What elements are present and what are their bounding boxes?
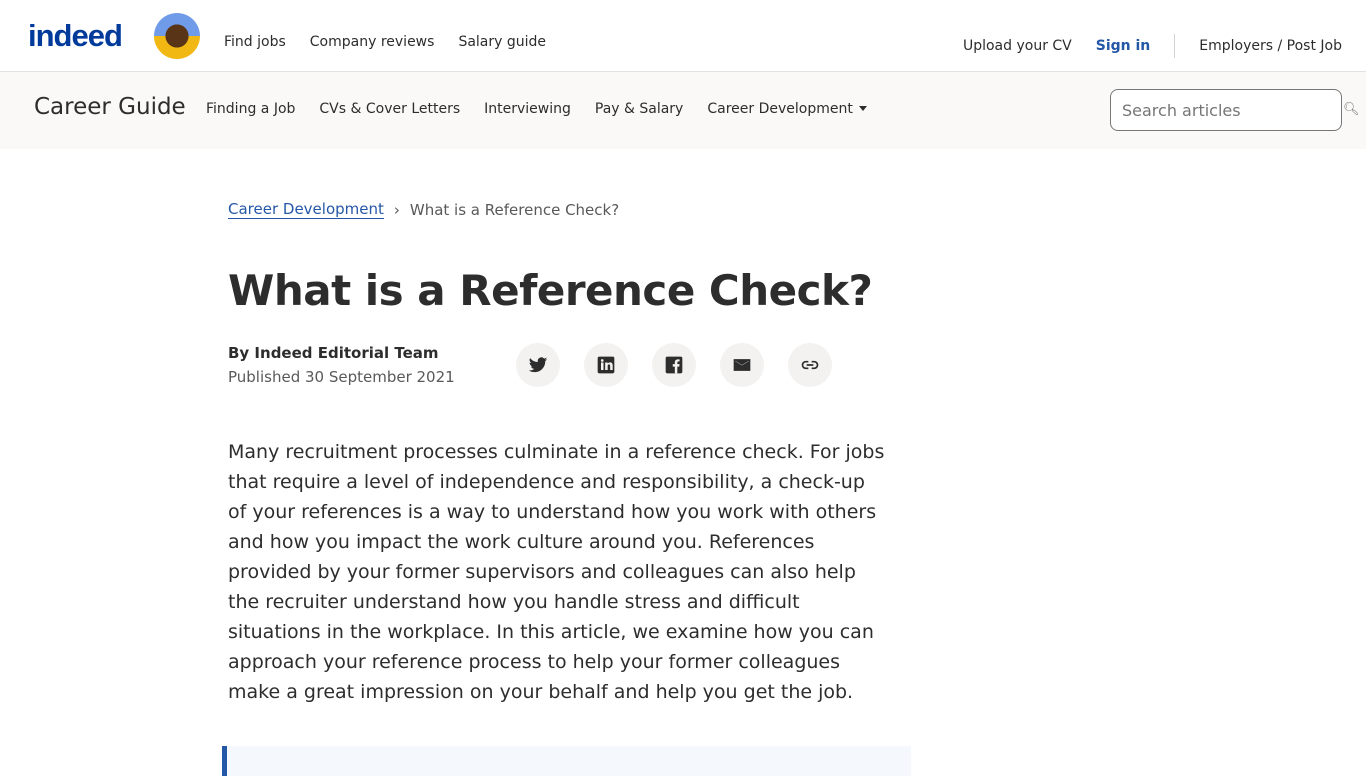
subnav-pay[interactable]: Pay & Salary [595, 101, 683, 117]
email-share-button[interactable] [720, 343, 764, 387]
article-intro: Many recruitment processes culminate in … [228, 441, 885, 703]
employers-link[interactable]: Employers / Post Job [1199, 38, 1342, 54]
nav-company-reviews[interactable]: Company reviews [310, 34, 435, 50]
breadcrumb-parent[interactable]: Career Development [228, 200, 384, 219]
subnav-finding-a-job[interactable]: Finding a Job [206, 101, 295, 117]
career-guide-title[interactable]: Career Guide [34, 94, 186, 120]
chevron-right-icon: › [393, 200, 400, 219]
sign-in-link[interactable]: Sign in [1096, 38, 1151, 54]
breadcrumb: Career Development › What is a Reference… [228, 200, 619, 219]
search-icon[interactable]: 🔍︎ [1343, 102, 1360, 117]
subnav-career-development[interactable]: Career Development [707, 101, 867, 117]
nav-salary-guide[interactable]: Salary guide [458, 34, 546, 50]
page-title: What is a Reference Check? [228, 266, 873, 315]
linkedin-icon [597, 356, 615, 374]
divider [1174, 34, 1176, 58]
subnav-cvs[interactable]: CVs & Cover Letters [319, 101, 460, 117]
callout-box [222, 746, 911, 776]
sunflower-icon [154, 13, 200, 59]
facebook-share-button[interactable] [652, 343, 696, 387]
subnav-label: Career Development [707, 101, 853, 117]
top-header: indeed Find jobs Company reviews Salary … [0, 0, 1366, 72]
linkedin-share-button[interactable] [584, 343, 628, 387]
copy-link-button[interactable] [788, 343, 832, 387]
author: By Indeed Editorial Team [228, 344, 439, 362]
share-buttons [516, 343, 832, 387]
twitter-icon [528, 357, 548, 373]
link-icon [801, 360, 819, 370]
email-icon [733, 359, 751, 371]
upload-cv-link[interactable]: Upload your CV [963, 38, 1072, 54]
caret-down-icon [858, 106, 867, 115]
facebook-icon [665, 356, 683, 374]
indeed-logo[interactable]: indeed [28, 18, 123, 54]
published-date: Published 30 September 2021 [228, 368, 455, 386]
twitter-share-button[interactable] [516, 343, 560, 387]
search-input[interactable] [1110, 89, 1342, 131]
subnav-interviewing[interactable]: Interviewing [484, 101, 571, 117]
nav-find-jobs[interactable]: Find jobs [224, 34, 286, 50]
breadcrumb-current: What is a Reference Check? [409, 200, 620, 219]
